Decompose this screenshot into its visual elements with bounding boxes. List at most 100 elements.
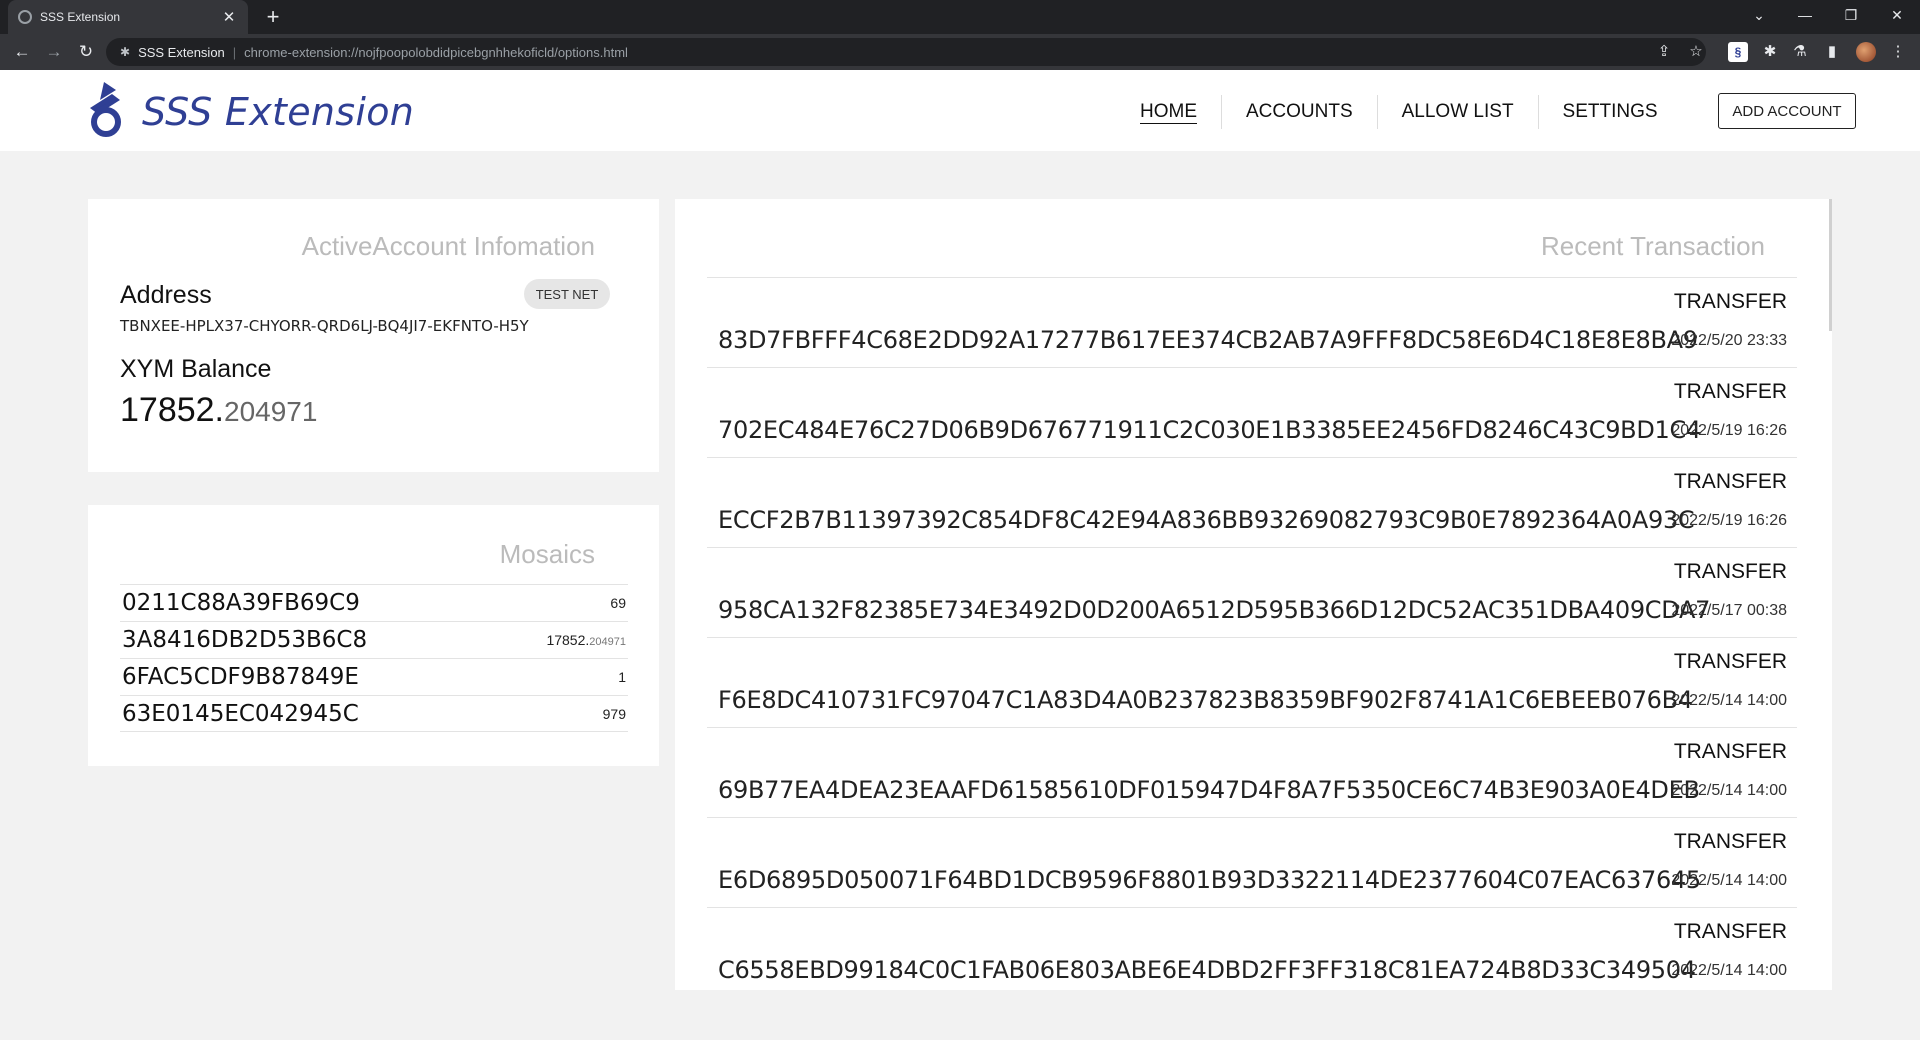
main-nav: HOME ACCOUNTS ALLOW LIST SETTINGS: [1116, 94, 1682, 130]
mosaic-amount: 69: [610, 595, 626, 611]
transaction-type: TRANSFER: [1673, 830, 1787, 853]
transaction-row[interactable]: TRANSFER 702EC484E76C27D06B9D676771911C2…: [707, 368, 1797, 458]
minimize-icon[interactable]: —: [1782, 0, 1828, 30]
active-account-title: ActiveAccount Infomation: [301, 231, 595, 261]
transaction-hash[interactable]: ECCF2B7B11397392C854DF8C42E94A836BB93269…: [718, 506, 1695, 534]
browser-tab[interactable]: SSS Extension ✕: [8, 0, 248, 34]
browser-tabstrip: SSS Extension ✕ + ⌄ — ❐ ✕: [0, 0, 1920, 34]
mosaic-amount-int: 69: [610, 595, 626, 611]
mosaic-id: 63E0145EC042945C: [122, 700, 359, 727]
share-icon[interactable]: ⇪: [1654, 42, 1674, 62]
recent-transactions-title: Recent Transaction: [1540, 231, 1765, 261]
nav-allow-list[interactable]: ALLOW LIST: [1378, 95, 1538, 129]
transaction-date: 2022/5/14 14:00: [1671, 782, 1787, 799]
xym-balance: 17852.204971: [120, 391, 317, 430]
address-label: Address: [120, 281, 212, 309]
address-bar[interactable]: ✱ SSS Extension | chrome-extension://noj…: [106, 38, 1706, 66]
extensions-icon[interactable]: ✱: [1760, 42, 1780, 62]
transaction-row[interactable]: TRANSFER 83D7FBFFF4C68E2DD92A17277B617EE…: [707, 278, 1797, 368]
balance-integer: 17852.: [120, 391, 224, 429]
nav-home[interactable]: HOME: [1116, 95, 1221, 129]
mosaic-id: 6FAC5CDF9B87849E: [122, 664, 359, 690]
reload-icon[interactable]: ↻: [74, 40, 98, 64]
tab-search-icon[interactable]: ⌄: [1736, 0, 1782, 30]
transaction-type: TRANSFER: [1673, 380, 1787, 403]
transaction-hash[interactable]: F6E8DC410731FC97047C1A83D4A0B237823B8359…: [718, 686, 1693, 714]
transaction-date: 2022/5/19 16:26: [1671, 512, 1787, 529]
mosaic-amount: 17852.204971: [546, 632, 626, 648]
mosaic-row[interactable]: 6FAC5CDF9B87849E 1: [120, 658, 628, 695]
transaction-date: 2022/5/19 16:26: [1671, 422, 1787, 439]
mosaics-panel: Mosaics 0211C88A39FB69C9 69 3A8416DB2D53…: [88, 505, 659, 766]
mosaic-list: 0211C88A39FB69C9 69 3A8416DB2D53B6C8 178…: [120, 584, 628, 732]
panel-scrollbar[interactable]: [1829, 199, 1832, 331]
mosaic-id: 3A8416DB2D53B6C8: [122, 627, 368, 653]
tab-close-icon[interactable]: ✕: [220, 8, 238, 26]
transaction-row[interactable]: TRANSFER C6558EBD99184C0C1FAB06E803ABE6E…: [707, 908, 1797, 990]
restore-icon[interactable]: ❐: [1828, 0, 1874, 30]
add-account-button[interactable]: ADD ACCOUNT: [1718, 93, 1856, 129]
transaction-row[interactable]: TRANSFER 69B77EA4DEA23EAAFD61585610DF015…: [707, 728, 1797, 818]
nav-settings[interactable]: SETTINGS: [1539, 95, 1682, 129]
mosaic-amount-int: 17852.: [546, 632, 590, 648]
transaction-hash[interactable]: C6558EBD99184C0C1FAB06E803ABE6E4DBD2FF3F…: [718, 956, 1696, 984]
tab-favicon-icon: [18, 10, 32, 24]
transaction-row[interactable]: TRANSFER E6D6895D050071F64BD1DCB9596F880…: [707, 818, 1797, 908]
close-window-icon[interactable]: ✕: [1874, 0, 1920, 30]
balance-fraction: 204971: [224, 396, 318, 427]
mosaic-row[interactable]: 3A8416DB2D53B6C8 17852.204971: [120, 621, 628, 658]
transaction-row[interactable]: TRANSFER ECCF2B7B11397392C854DF8C42E94A8…: [707, 458, 1797, 548]
mosaics-title: Mosaics: [499, 539, 595, 569]
forward-icon[interactable]: →: [42, 40, 66, 64]
mosaic-id: 0211C88A39FB69C9: [122, 590, 360, 616]
bookmark-star-icon[interactable]: ☆: [1686, 42, 1706, 62]
transaction-hash[interactable]: 69B77EA4DEA23EAAFD61585610DF015947D4F8A7…: [718, 776, 1700, 804]
back-icon[interactable]: ←: [10, 40, 34, 64]
transaction-date: 2022/5/14 14:00: [1671, 692, 1787, 709]
mosaic-amount: 1: [618, 669, 626, 685]
transaction-hash[interactable]: 958CA132F82385E734E3492D0D200A6512D595B3…: [718, 596, 1710, 624]
sss-extension-icon[interactable]: §: [1728, 42, 1748, 62]
mosaic-row[interactable]: 0211C88A39FB69C9 69: [120, 584, 628, 621]
side-panel-icon[interactable]: ▮: [1822, 42, 1842, 62]
brand-title[interactable]: SSS Extension: [142, 90, 414, 134]
transaction-type: TRANSFER: [1673, 290, 1787, 313]
transaction-type: TRANSFER: [1673, 740, 1787, 763]
tab-title: SSS Extension: [40, 10, 121, 24]
transaction-hash[interactable]: E6D6895D050071F64BD1DCB9596F8801B93D3322…: [718, 866, 1701, 894]
new-tab-button[interactable]: +: [260, 4, 286, 30]
omnibox-url[interactable]: chrome-extension://nojfpoopolobdidpicebg…: [244, 45, 628, 60]
sss-logo-icon: [90, 82, 121, 137]
network-badge: TEST NET: [524, 279, 610, 309]
browser-menu-icon[interactable]: ⋮: [1888, 42, 1908, 62]
app-header: SSS Extension HOME ACCOUNTS ALLOW LIST S…: [0, 70, 1920, 151]
browser-toolbar: ← → ↻ ✱ SSS Extension | chrome-extension…: [0, 34, 1920, 70]
profile-avatar[interactable]: [1856, 42, 1876, 62]
transaction-type: TRANSFER: [1673, 560, 1787, 583]
transaction-row[interactable]: TRANSFER F6E8DC410731FC97047C1A83D4A0B23…: [707, 638, 1797, 728]
transaction-type: TRANSFER: [1673, 470, 1787, 493]
active-account-panel: ActiveAccount Infomation Address TEST NE…: [88, 199, 659, 472]
balance-label: XYM Balance: [120, 355, 272, 383]
nav-accounts[interactable]: ACCOUNTS: [1222, 95, 1377, 129]
transaction-date: 2022/5/14 14:00: [1671, 872, 1787, 889]
transaction-hash[interactable]: 702EC484E76C27D06B9D676771911C2C030E1B33…: [718, 416, 1701, 444]
mosaic-amount-int: 979: [602, 705, 626, 722]
mosaic-amount-int: 1: [618, 669, 626, 685]
transaction-hash[interactable]: 83D7FBFFF4C68E2DD92A17277B617EE374CB2AB7…: [718, 326, 1698, 354]
omnibox-site-name: SSS Extension: [138, 44, 225, 60]
transaction-date: 2022/5/17 00:38: [1671, 602, 1787, 619]
transaction-type: TRANSFER: [1673, 920, 1787, 943]
recent-transactions-panel: Recent Transaction TRANSFER 83D7FBFFF4C6…: [675, 199, 1832, 990]
omnibox-separator: |: [232, 44, 237, 60]
transaction-date: 2022/5/20 23:33: [1671, 332, 1787, 349]
transaction-list: TRANSFER 83D7FBFFF4C68E2DD92A17277B617EE…: [707, 277, 1797, 990]
mosaic-amount: 979: [603, 706, 626, 722]
transaction-date: 2022/5/14 14:00: [1671, 962, 1787, 979]
extension-puzzle-icon: ✱: [120, 45, 131, 59]
mosaic-row[interactable]: 63E0145EC042945C 979: [120, 695, 628, 732]
labs-flask-icon[interactable]: ⚗: [1790, 42, 1810, 62]
transaction-type: TRANSFER: [1673, 650, 1787, 673]
account-address[interactable]: TBNXEE-HPLX37-CHYORR-QRD6LJ-BQ4JI7-EKFNT…: [120, 317, 529, 335]
transaction-row[interactable]: TRANSFER 958CA132F82385E734E3492D0D200A6…: [707, 548, 1797, 638]
